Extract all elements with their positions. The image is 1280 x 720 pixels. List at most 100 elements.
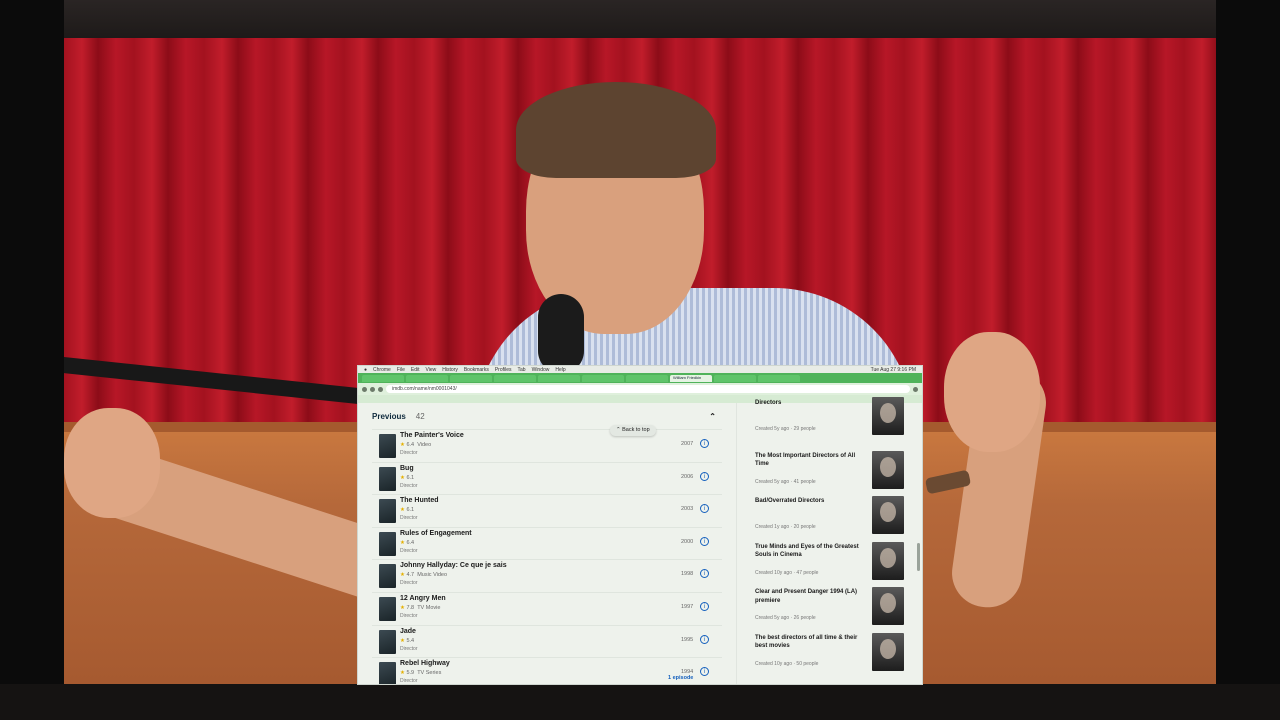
- list-title[interactable]: The Most Important Directors of All Time: [755, 452, 865, 469]
- menu-chrome[interactable]: Chrome: [373, 367, 391, 373]
- credit-role: Director: [400, 678, 418, 684]
- credit-meta: ★ 6.4: [400, 540, 414, 546]
- credit-title[interactable]: Bug: [400, 465, 414, 472]
- list-title[interactable]: The best directors of all time & their b…: [755, 634, 865, 651]
- menu-tab[interactable]: Tab: [518, 367, 526, 373]
- credit-year: 1998: [681, 571, 694, 578]
- person-hair: [516, 82, 716, 178]
- star-icon: ★: [400, 670, 405, 677]
- mic-boom-arm: [64, 356, 364, 405]
- list-card[interactable]: The Most Important Directors of All Time…: [750, 449, 910, 495]
- list-title[interactable]: Clear and Present Danger 1994 (LA) premi…: [755, 588, 865, 605]
- info-icon[interactable]: i: [700, 667, 709, 677]
- credit-rating: 5.9: [406, 670, 415, 677]
- browser-tab[interactable]: [450, 374, 492, 382]
- list-image[interactable]: [872, 541, 904, 580]
- list-card[interactable]: True Minds and Eyes of the Greatest Soul…: [750, 540, 910, 586]
- list-image[interactable]: [872, 587, 904, 625]
- back-to-top-button[interactable]: ⌃ Back to top: [610, 425, 656, 436]
- credit-row[interactable]: Johnny Hallyday: Ce que je sais ★ 4.7 Mu…: [372, 559, 722, 592]
- microphone: [538, 294, 584, 374]
- page-scrollbar[interactable]: [917, 543, 920, 571]
- browser-tab[interactable]: [758, 374, 800, 382]
- previous-label: Previous: [372, 411, 406, 421]
- info-icon[interactable]: i: [700, 439, 709, 448]
- forward-icon[interactable]: [370, 386, 375, 392]
- menu-edit[interactable]: Edit: [411, 367, 420, 373]
- list-title[interactable]: Directors: [755, 399, 865, 408]
- menu-history[interactable]: History: [442, 367, 458, 373]
- menu-help[interactable]: Help: [555, 367, 565, 373]
- browser-tab[interactable]: [494, 374, 536, 382]
- credit-title[interactable]: Rules of Engagement: [400, 530, 472, 537]
- episode-count-link[interactable]: 1 episode: [668, 675, 693, 681]
- poster-thumbnail[interactable]: [379, 531, 396, 556]
- list-card[interactable]: Clear and Present Danger 1994 (LA) premi…: [750, 585, 910, 631]
- info-icon[interactable]: i: [700, 471, 709, 481]
- menu-view[interactable]: View: [426, 367, 437, 373]
- poster-thumbnail[interactable]: [379, 434, 396, 458]
- filmography-section: Previous 42 ⌃ The Painter's Voice ★ 6.4 …: [372, 403, 722, 684]
- credit-row[interactable]: Jade ★ 5.4 Director 1995 i: [372, 624, 722, 658]
- poster-thumbnail[interactable]: [379, 466, 396, 491]
- browser-tab[interactable]: [714, 374, 756, 382]
- list-meta: Created 5y ago · 29 people: [755, 426, 816, 432]
- credit-title[interactable]: Rebel Highway: [400, 660, 450, 667]
- poster-thumbnail[interactable]: [379, 564, 396, 589]
- menu-window[interactable]: Window: [532, 367, 550, 373]
- poster-thumbnail[interactable]: [379, 662, 396, 684]
- poster-thumbnail[interactable]: [379, 596, 396, 621]
- credit-row[interactable]: 12 Angry Men ★ 7.8 TV Movie Director 199…: [372, 591, 722, 625]
- credit-title[interactable]: 12 Angry Men: [400, 595, 446, 602]
- info-icon[interactable]: i: [700, 504, 709, 514]
- credit-title[interactable]: Johnny Hallyday: Ce que je sais: [400, 562, 507, 569]
- menu-bookmarks[interactable]: Bookmarks: [464, 367, 489, 373]
- list-image[interactable]: [872, 632, 904, 671]
- credit-type: TV Series: [417, 670, 442, 677]
- reload-icon[interactable]: [378, 386, 383, 392]
- menu-file[interactable]: File: [397, 367, 405, 373]
- menu-profiles[interactable]: Profiles: [495, 367, 512, 373]
- list-title[interactable]: Bad/Overrated Directors: [755, 497, 865, 506]
- browser-tab[interactable]: [538, 374, 580, 382]
- credit-rating: 7.8: [406, 604, 415, 611]
- list-card[interactable]: Directors Created 5y ago · 29 people: [750, 397, 910, 449]
- browser-tab[interactable]: [406, 374, 448, 382]
- list-card[interactable]: The best directors of all time & their b…: [750, 631, 910, 677]
- imdb-page: Previous 42 ⌃ The Painter's Voice ★ 6.4 …: [358, 397, 922, 684]
- credit-row[interactable]: The Hunted ★ 6.1 Director 2003 i: [372, 494, 722, 527]
- credit-title[interactable]: Jade: [400, 628, 416, 635]
- info-icon[interactable]: i: [700, 601, 709, 611]
- credit-title[interactable]: The Hunted: [400, 497, 439, 504]
- list-title[interactable]: True Minds and Eyes of the Greatest Soul…: [755, 543, 865, 560]
- url-input[interactable]: imdb.com/name/nm0001043/: [386, 385, 910, 393]
- list-card[interactable]: Bad/Overrated Directors Created 1y ago ·…: [750, 494, 910, 540]
- active-browser-tab[interactable]: William Friedkin: [670, 374, 712, 382]
- credit-title[interactable]: The Painter's Voice: [400, 432, 464, 439]
- list-image[interactable]: [872, 450, 904, 489]
- info-icon[interactable]: i: [700, 634, 709, 644]
- browser-tab[interactable]: [362, 374, 404, 382]
- poster-thumbnail[interactable]: [379, 629, 396, 654]
- credit-row[interactable]: The Painter's Voice ★ 6.4 Video Director…: [372, 429, 722, 462]
- apple-icon[interactable]: ●: [364, 367, 367, 373]
- address-bar-row: imdb.com/name/nm0001043/: [358, 383, 922, 395]
- credit-rating: 5.4: [406, 637, 415, 644]
- browser-tab[interactable]: [626, 374, 668, 382]
- list-meta: Created 5y ago · 41 people: [755, 478, 816, 485]
- info-icon[interactable]: i: [700, 569, 709, 579]
- video-right-border: [1216, 0, 1280, 720]
- poster-thumbnail[interactable]: [379, 499, 396, 524]
- previous-header[interactable]: Previous 42 ⌃: [372, 403, 722, 429]
- info-icon[interactable]: i: [700, 536, 709, 546]
- browser-tab[interactable]: [582, 374, 624, 382]
- credit-row[interactable]: Rules of Engagement ★ 6.4 Director 2000 …: [372, 526, 722, 560]
- credit-row[interactable]: Rebel Highway ★ 5.9 TV Series Director 1…: [372, 657, 722, 684]
- list-image[interactable]: [872, 397, 904, 435]
- profile-icon[interactable]: [913, 386, 918, 392]
- chevron-up-icon[interactable]: ⌃: [709, 412, 716, 421]
- list-image[interactable]: [872, 496, 904, 534]
- credit-row[interactable]: Bug ★ 6.1 Director 2006 i: [372, 461, 722, 495]
- video-top-bar: [0, 0, 1280, 38]
- back-icon[interactable]: [362, 386, 367, 392]
